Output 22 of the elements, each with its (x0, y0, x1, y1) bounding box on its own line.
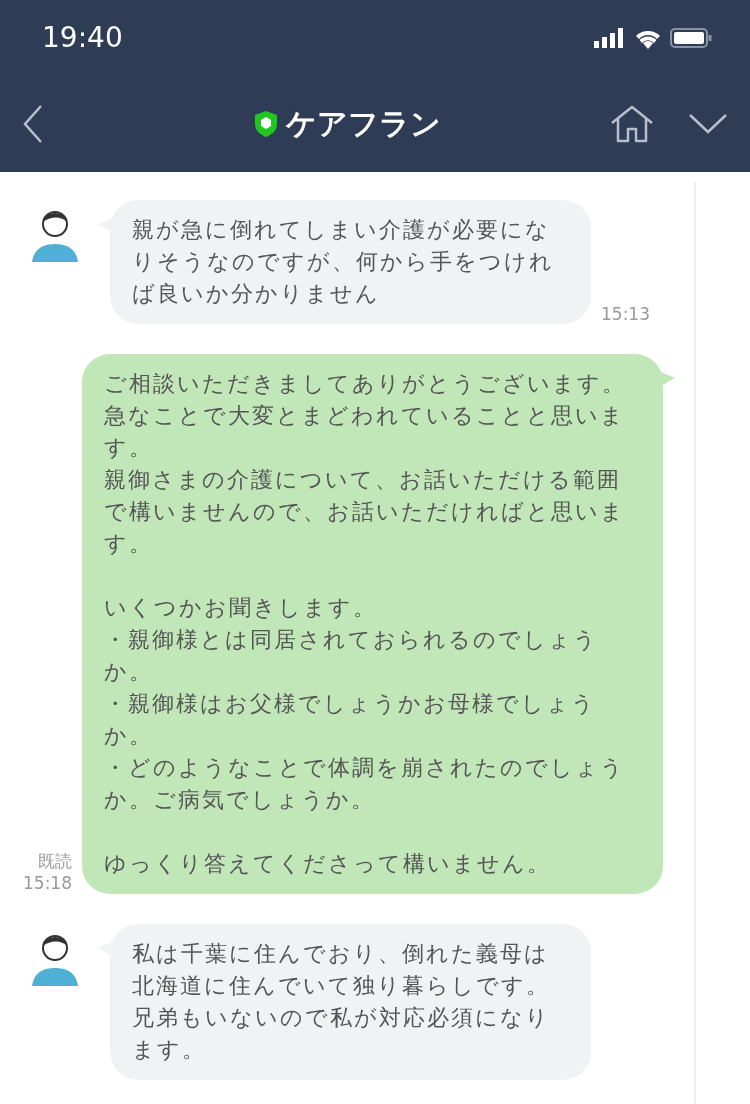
message-time: 15:13 (601, 304, 650, 324)
read-receipt: 既読 (37, 850, 72, 872)
message-text: ゆっくり答えてくださって構いません。 (104, 850, 552, 878)
message-text: いくつかお聞きします。 (104, 594, 378, 622)
message-text: ・親御様とは同居されておられるのでしょうか。 (104, 626, 599, 686)
message-text: ご相談いただきましてありがとうございます。 (104, 370, 627, 398)
message-text: 兄弟もいないので私が対応必須になります。 (132, 1004, 551, 1064)
chevron-down-icon[interactable] (688, 112, 728, 135)
message-time: 15:18 (22, 872, 72, 894)
message-text: ・親御様はお父様でしょうかお母様でしょうか。 (104, 690, 597, 750)
chat-title: ケアフラン (285, 105, 441, 143)
message-text: 親が急に倒れてしまい介護が必要になりそうなのですが、何から手をつければ良いか分かりません (132, 216, 555, 308)
signal-icon (594, 27, 626, 48)
back-icon[interactable] (22, 103, 44, 144)
message-text: 急なことで大変とまどわれていることと思います。 (104, 402, 626, 462)
status-time: 19:40 (42, 19, 123, 56)
message-text: ・どのようなことで体調を崩されたのでしょうか。ご病気でしょうか。 (104, 754, 626, 814)
home-icon[interactable] (610, 104, 654, 143)
shield-icon (253, 109, 278, 138)
message-text: 親御さまの介護について、お話いただける範囲で構いませんので、お話いただければと思います。 (104, 466, 626, 558)
message-text: 私は千葉に住んでおり、倒れた義母は北海道に住んでいて独り暮らしです。 (132, 940, 551, 1000)
battery-icon (670, 27, 712, 48)
